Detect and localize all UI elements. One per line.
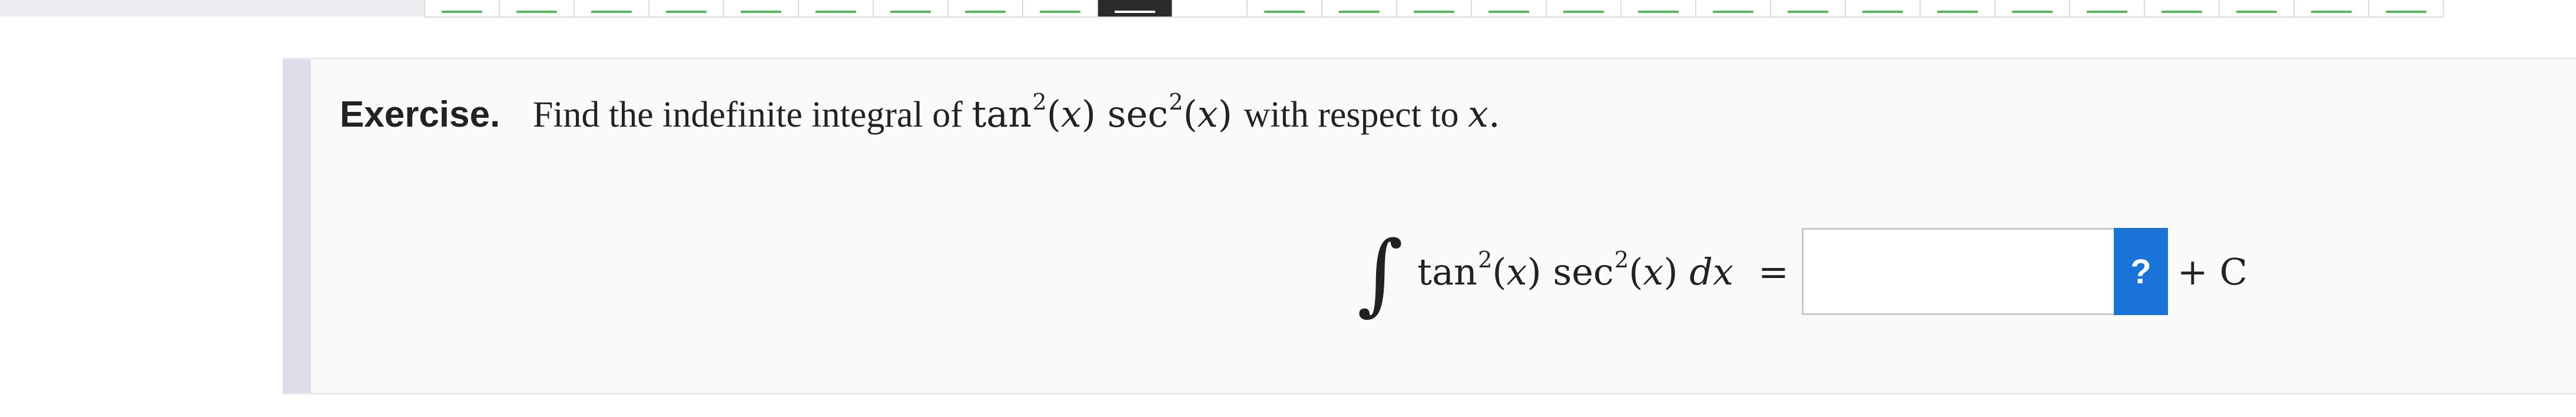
pager-cell-3[interactable]: [575, 0, 649, 16]
pager-cell-16[interactable]: [1547, 0, 1622, 16]
integrand: tan2(x) sec2(x) dx: [1417, 246, 1733, 293]
prompt-variable: x: [1468, 92, 1489, 135]
answer-input[interactable]: [1801, 228, 2114, 315]
paren-close: ): [1081, 92, 1096, 135]
pager-cell-7[interactable]: [874, 0, 949, 16]
pager-cell-13[interactable]: [1322, 0, 1397, 16]
completed-indicator: [1040, 11, 1080, 13]
prompt-math-expression: tan2(x) sec2(x): [972, 89, 1244, 135]
pager-cell-19[interactable]: [1771, 0, 1846, 16]
pager-cell-21[interactable]: [1921, 0, 1995, 16]
completed-indicator: [2236, 11, 2277, 13]
completed-indicator: [666, 11, 707, 13]
sec-function: sec: [1107, 92, 1168, 135]
pager-cell-17[interactable]: [1622, 0, 1696, 16]
exercise-prompt: Exercise. Find the indefinite integral o…: [340, 88, 1500, 141]
pager-cell-4[interactable]: [649, 0, 724, 16]
pager-cell-11[interactable]: [1173, 0, 1248, 16]
pager-cell-23[interactable]: [2070, 0, 2145, 16]
prompt-text-after: with respect to: [1244, 95, 1459, 135]
paren-close: ): [1527, 250, 1541, 293]
sec-exponent: 2: [1614, 246, 1629, 273]
tan-function: tan: [972, 92, 1032, 135]
completed-indicator: [1414, 11, 1454, 13]
completed-indicator: [591, 11, 632, 13]
current-question-indicator: [1115, 11, 1155, 13]
pager-cell-10[interactable]: [1098, 0, 1173, 16]
integral-sign-icon: ∫: [1357, 223, 1404, 325]
pager-cell-2[interactable]: [500, 0, 575, 16]
differential-dx: dx: [1689, 250, 1733, 293]
exercise-accent-bar: [283, 59, 311, 393]
plus-constant: + C: [2177, 250, 2248, 293]
tan-exponent: 2: [1032, 89, 1047, 116]
help-button[interactable]: ?: [2113, 228, 2168, 315]
variable-x: x: [1506, 250, 1527, 293]
completed-indicator: [442, 11, 482, 13]
pager-cell-26[interactable]: [2295, 0, 2369, 16]
completed-indicator: [2386, 11, 2426, 13]
pager-cell-12[interactable]: [1248, 0, 1322, 16]
paren-close: ): [1218, 92, 1232, 135]
completed-indicator: [965, 11, 1006, 13]
integral-equation: ∫ tan2(x) sec2(x) dx = ? + C: [1357, 201, 2247, 342]
prompt-text-before: Find the indefinite integral of: [532, 95, 963, 135]
pager-cell-24[interactable]: [2145, 0, 2220, 16]
prompt-period: .: [1488, 92, 1500, 135]
tan-exponent: 2: [1477, 246, 1493, 273]
pager-cell-6[interactable]: [799, 0, 874, 16]
equals-sign: =: [1758, 250, 1789, 293]
answer-group: ?: [1801, 228, 2168, 315]
completed-indicator: [1862, 11, 1903, 13]
variable-x: x: [1197, 92, 1218, 135]
exercise-label: Exercise.: [340, 94, 500, 135]
completed-indicator: [1713, 11, 1753, 13]
question-pagination: [424, 0, 2444, 18]
paren-open: (: [1629, 250, 1643, 293]
completed-indicator: [2012, 11, 2053, 13]
completed-indicator: [2087, 11, 2127, 13]
pager-cell-22[interactable]: [1995, 0, 2070, 16]
pager-cell-14[interactable]: [1397, 0, 1472, 16]
pager-cell-20[interactable]: [1846, 0, 1921, 16]
completed-indicator: [741, 11, 781, 13]
sec-function: sec: [1553, 250, 1614, 293]
completed-indicator: [1563, 11, 1604, 13]
pager-cell-25[interactable]: [2220, 0, 2295, 16]
top-strip: [0, 0, 424, 16]
pager-cell-27[interactable]: [2369, 0, 2444, 16]
completed-indicator: [1264, 11, 1305, 13]
exercise-panel: Exercise. Find the indefinite integral o…: [283, 58, 2576, 395]
pager-cell-1[interactable]: [425, 0, 500, 16]
completed-indicator: [516, 11, 557, 13]
tan-function: tan: [1417, 250, 1477, 293]
variable-x: x: [1060, 92, 1082, 135]
paren-open: (: [1492, 250, 1507, 293]
completed-indicator: [1339, 11, 1380, 13]
paren-open: (: [1046, 92, 1061, 135]
completed-indicator: [1937, 11, 1978, 13]
pager-cell-9[interactable]: [1023, 0, 1098, 16]
pager-cell-18[interactable]: [1696, 0, 1771, 16]
completed-indicator: [815, 11, 856, 13]
completed-indicator: [2161, 11, 2202, 13]
pager-cell-8[interactable]: [949, 0, 1023, 16]
completed-indicator: [2311, 11, 2352, 13]
pager-cell-5[interactable]: [724, 0, 799, 16]
paren-close: ): [1663, 250, 1678, 293]
variable-x: x: [1643, 250, 1664, 293]
completed-indicator: [1788, 11, 1828, 13]
sec-exponent: 2: [1168, 89, 1183, 116]
completed-indicator: [1638, 11, 1679, 13]
completed-indicator: [1488, 11, 1529, 13]
pager-cell-15[interactable]: [1472, 0, 1547, 16]
completed-indicator: [890, 11, 931, 13]
paren-open: (: [1183, 92, 1198, 135]
